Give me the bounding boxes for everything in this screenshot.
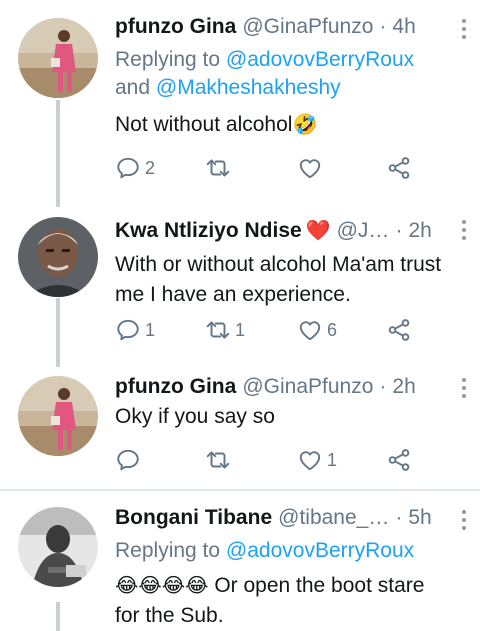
share-button[interactable] xyxy=(386,314,412,346)
replying-to: Replying to @adovovBerryRoux xyxy=(115,537,472,565)
retweet-button[interactable] xyxy=(205,152,235,184)
reply-count: 1 xyxy=(145,319,156,340)
share-icon xyxy=(386,317,412,343)
mention-link[interactable]: @adovovBerryRoux xyxy=(226,539,414,562)
like-button[interactable]: 6 xyxy=(297,314,337,346)
author-name[interactable]: pfunzo Gina xyxy=(115,14,236,40)
thread-line xyxy=(56,602,60,631)
more-icon[interactable] xyxy=(460,19,468,43)
like-button[interactable] xyxy=(297,152,327,184)
tweet-text: Not without alcohol🤣 xyxy=(115,110,472,140)
tears-of-joy-emoji: 😂😂😂😂 xyxy=(115,575,209,597)
like-icon xyxy=(297,155,323,181)
reply-button[interactable] xyxy=(115,444,145,476)
separator-dot: · xyxy=(379,375,387,398)
like-count: 6 xyxy=(327,319,338,340)
like-icon xyxy=(297,317,323,343)
replying-to-label: Replying to xyxy=(115,48,221,71)
share-button[interactable] xyxy=(386,152,412,184)
retweet-icon xyxy=(205,447,231,473)
author-handle[interactable]: @J… xyxy=(337,218,390,244)
avatar[interactable] xyxy=(18,507,98,587)
author-handle[interactable]: @tibane_… xyxy=(278,505,389,531)
reply-icon xyxy=(115,155,141,181)
author-name[interactable]: Kwa Ntliziyo Ndise xyxy=(115,218,302,244)
tweet-time[interactable]: 2h xyxy=(408,218,431,244)
tweet-time[interactable]: 4h xyxy=(392,14,415,40)
share-icon xyxy=(386,447,412,473)
replying-to: Replying to @adovovBerryRoux xyxy=(115,46,472,74)
laughing-emoji: 🤣 xyxy=(292,114,318,136)
tweet-text-line: me I have an experience. xyxy=(115,283,351,306)
avatar[interactable] xyxy=(18,18,98,98)
reply-button[interactable]: 2 xyxy=(115,152,155,184)
reply-icon xyxy=(115,317,141,343)
tweet[interactable]: pfunzo Gina @GinaPfunzo · 4h Replying to… xyxy=(0,0,480,200)
like-button[interactable]: 1 xyxy=(297,444,337,476)
more-icon[interactable] xyxy=(460,220,468,244)
tweet[interactable]: Kwa Ntliziyo Ndise ❤️ @J… · 2h With or w… xyxy=(0,200,480,370)
author-handle[interactable]: @GinaPfunzo xyxy=(242,14,373,40)
author-handle[interactable]: @GinaPfunzo xyxy=(242,374,373,400)
separator-dot: · xyxy=(379,15,387,38)
share-button[interactable] xyxy=(386,444,412,476)
separator-dot: · xyxy=(395,506,403,529)
tweet-text-body: Not without alcohol xyxy=(115,113,293,136)
more-icon[interactable] xyxy=(460,510,468,534)
avatar[interactable] xyxy=(18,376,98,456)
separator-dot: · xyxy=(395,219,403,242)
share-icon xyxy=(386,155,412,181)
reply-icon xyxy=(115,447,141,473)
retweet-button[interactable] xyxy=(205,444,235,476)
tweet-text-line: for the Sub. xyxy=(115,604,224,627)
retweet-icon xyxy=(205,155,231,181)
tweet-text-line: Or open the boot stare xyxy=(208,574,425,597)
tweet[interactable]: pfunzo Gina @GinaPfunzo · 2h Oky if you … xyxy=(0,370,480,488)
tweet-time[interactable]: 2h xyxy=(392,374,415,400)
retweet-icon xyxy=(205,317,231,343)
tweet-text-line: With or without alcohol Ma'am trust xyxy=(115,253,442,276)
heart-icon: ❤️ xyxy=(305,220,331,242)
replying-to-label: Replying to xyxy=(115,539,221,562)
more-icon[interactable] xyxy=(460,378,468,402)
tweet-time[interactable]: 5h xyxy=(408,505,431,531)
tweet[interactable]: Bongani Tibane @tibane_… · 5h Replying t… xyxy=(0,491,480,631)
replying-to-cont: and @Makheshakheshy xyxy=(115,74,472,102)
reply-count: 2 xyxy=(145,157,156,178)
mention-link[interactable]: @adovovBerryRoux xyxy=(226,48,414,71)
tweet-text: With or without alcohol Ma'am trust me I… xyxy=(115,250,472,310)
like-icon xyxy=(297,447,323,473)
avatar[interactable] xyxy=(18,217,98,297)
retweet-button[interactable]: 1 xyxy=(205,314,245,346)
retweet-count: 1 xyxy=(235,319,246,340)
and-label: and xyxy=(115,76,151,99)
like-count: 1 xyxy=(327,449,338,470)
reply-button[interactable]: 1 xyxy=(115,314,155,346)
author-name[interactable]: pfunzo Gina xyxy=(115,374,236,400)
tweet-text: Oky if you say so xyxy=(115,405,275,428)
tweet-text: 😂😂😂😂 Or open the boot stare for the Sub. xyxy=(115,571,472,631)
author-name[interactable]: Bongani Tibane xyxy=(115,505,272,531)
mention-link[interactable]: @Makheshakheshy xyxy=(156,76,341,99)
